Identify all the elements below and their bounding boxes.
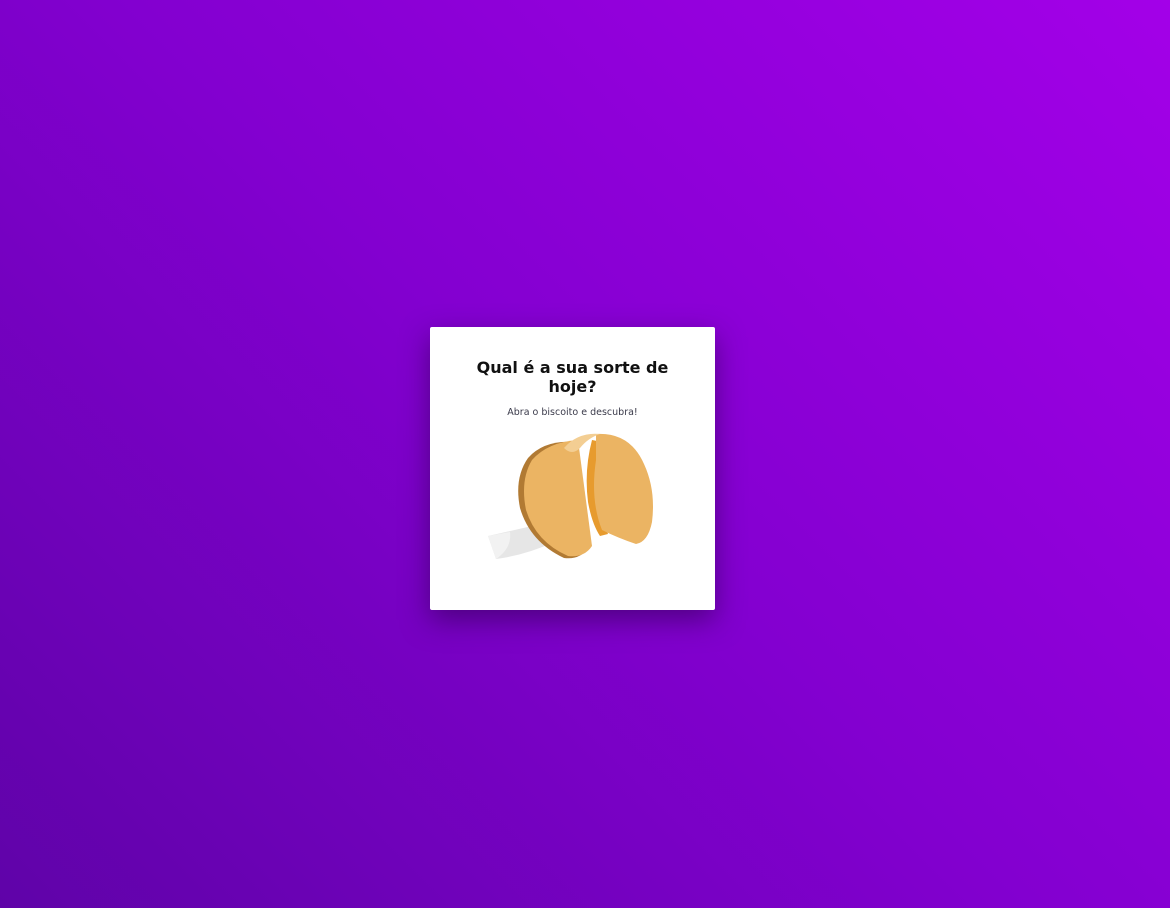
fortune-card: Qual é a sua sorte de hoje? Abra o bisco… <box>430 327 715 610</box>
fortune-cookie-button[interactable] <box>484 430 659 564</box>
fortune-cookie-icon <box>488 433 653 559</box>
cookie-right-half <box>594 433 653 544</box>
card-title: Qual é a sua sorte de hoje? <box>476 358 669 396</box>
card-subtitle: Abra o biscoito e descubra! <box>507 407 638 418</box>
